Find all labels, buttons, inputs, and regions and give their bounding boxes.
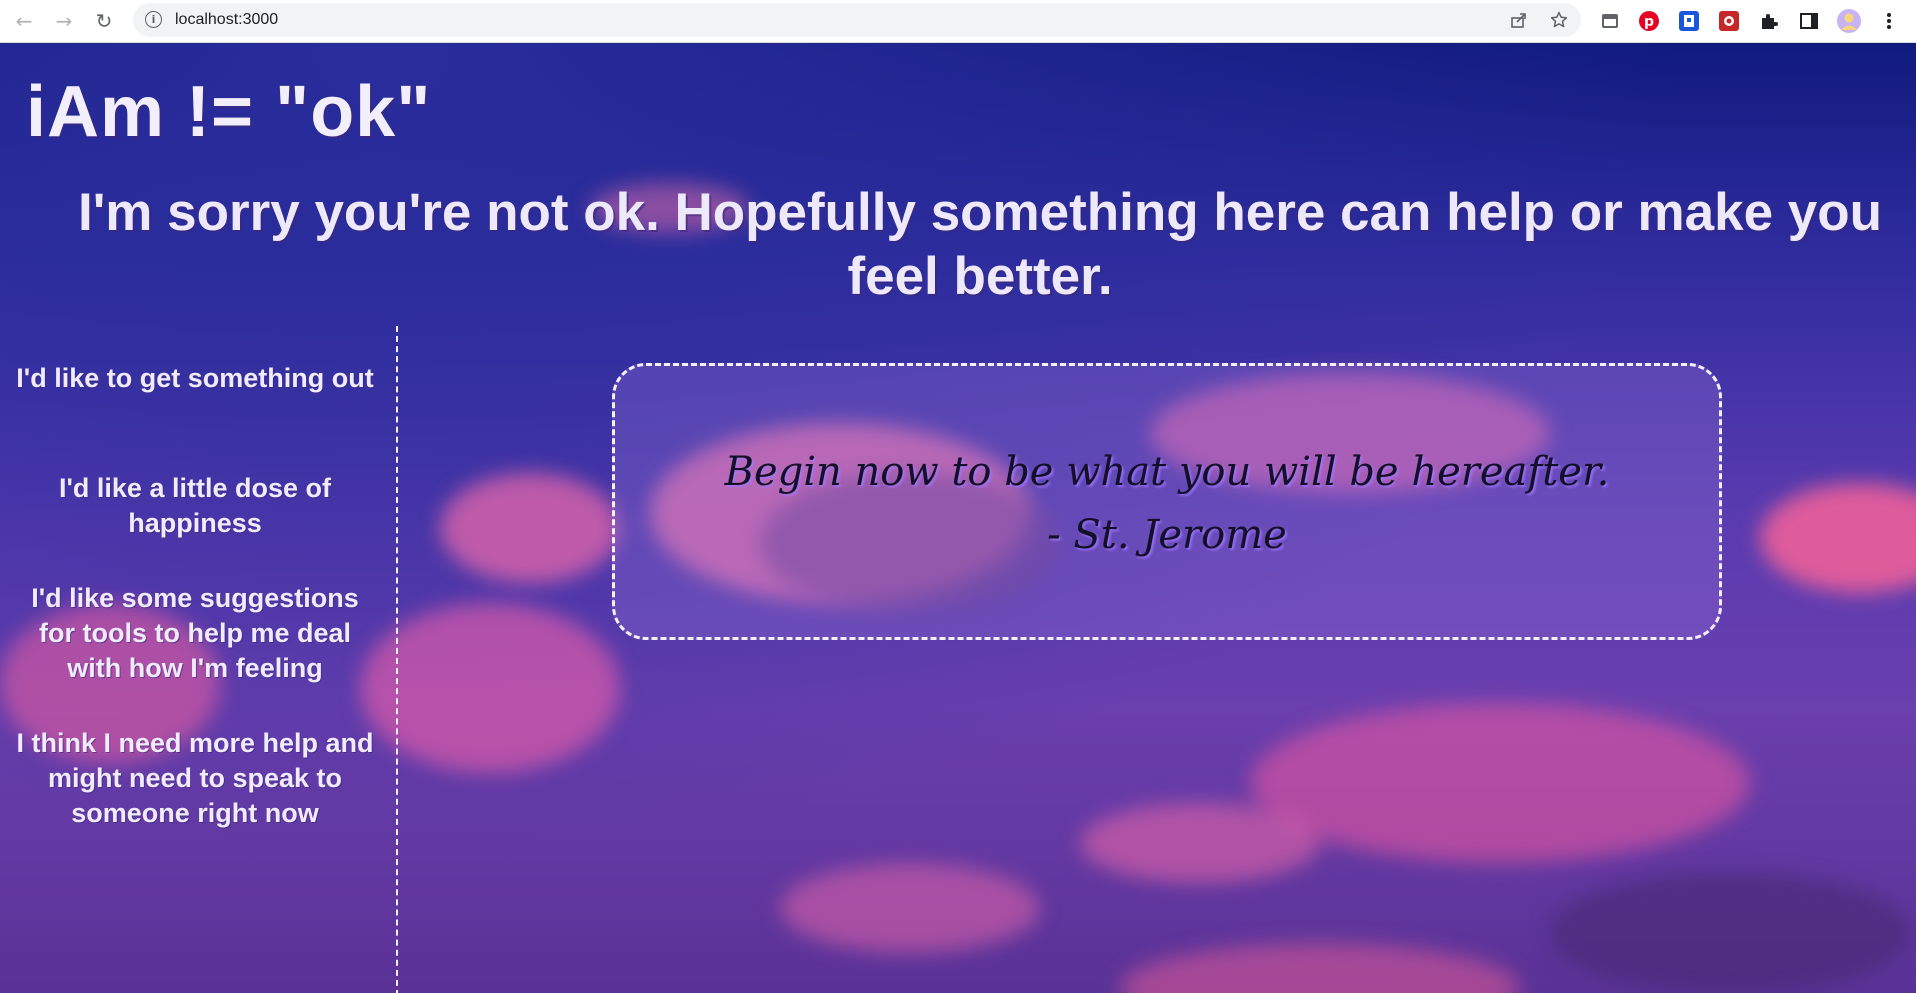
quote-text: Begin now to be what you will be hereaft… [724,449,1610,495]
forward-button[interactable]: → [50,7,78,35]
quote-author: - St. Jerome [1047,512,1287,558]
extensions-button[interactable] [1756,8,1782,34]
sidebar-item-get-something-out[interactable]: I'd like to get something out [10,361,380,396]
share-button[interactable] [1507,8,1531,32]
browser-toolbar: ← → ↻ i localhost:3000 p [0,0,1916,43]
side-panel-button[interactable] [1796,8,1822,34]
cloud-decoration [1760,483,1916,593]
svg-text:p: p [1644,14,1654,30]
cloud-decoration [1550,873,1910,993]
sidebar-item-tools-suggestions[interactable]: I'd like some suggestions for tools to h… [10,581,380,686]
quote-card: Begin now to be what you will be hereaft… [612,363,1722,640]
address-bar[interactable]: i localhost:3000 [133,3,1581,37]
blue-extension[interactable] [1676,8,1702,34]
url-text[interactable]: localhost:3000 [175,3,278,37]
sidepanel-icon [1800,13,1818,29]
arrow-right-icon: → [55,9,73,33]
sidebar-item-speak-to-someone[interactable]: I think I need more help and might need … [10,726,380,831]
browser-menu-button[interactable] [1876,8,1902,34]
menu-icon [1887,13,1891,29]
pinterest-extension[interactable]: p [1636,8,1662,34]
page-tagline: I'm sorry you're not ok. Hopefully somet… [77,183,1883,306]
quote: Begin now to be what you will be hereaft… [615,441,1719,567]
sidebar-nav: I'd like to get something out I'd like a… [0,326,398,993]
cloud-decoration [360,603,620,773]
sidebar-item-dose-of-happiness[interactable]: I'd like a little dose of happiness [10,471,380,541]
cloud-decoration [780,863,1040,953]
cloud-decoration [1120,943,1520,993]
back-button[interactable]: ← [10,7,38,35]
profile-button[interactable] [1836,8,1862,34]
reload-button[interactable]: ↻ [90,7,118,35]
cloud-decoration [1080,803,1320,883]
cloud-decoration [1250,703,1750,863]
tab-search-icon [1602,14,1618,28]
extension-icon-2 [1719,11,1739,31]
share-icon [1511,13,1526,28]
pinterest-icon: p [1639,11,1659,31]
page-background: iAm != "ok" I'm sorry you're not ok. Hop… [0,43,1916,993]
star-icon [1550,11,1568,28]
cloud-decoration [440,473,620,583]
extension-icon [1679,11,1699,31]
puzzle-icon [1762,14,1778,29]
tab-search-button[interactable] [1597,8,1623,34]
reload-icon: ↻ [95,9,113,33]
profile-avatar [1837,9,1861,33]
site-title: iAm != "ok" [26,72,432,152]
bookmark-button[interactable] [1547,8,1571,32]
red-extension[interactable] [1716,8,1742,34]
arrow-left-icon: ← [15,9,33,33]
site-info-icon[interactable]: i [145,11,162,28]
